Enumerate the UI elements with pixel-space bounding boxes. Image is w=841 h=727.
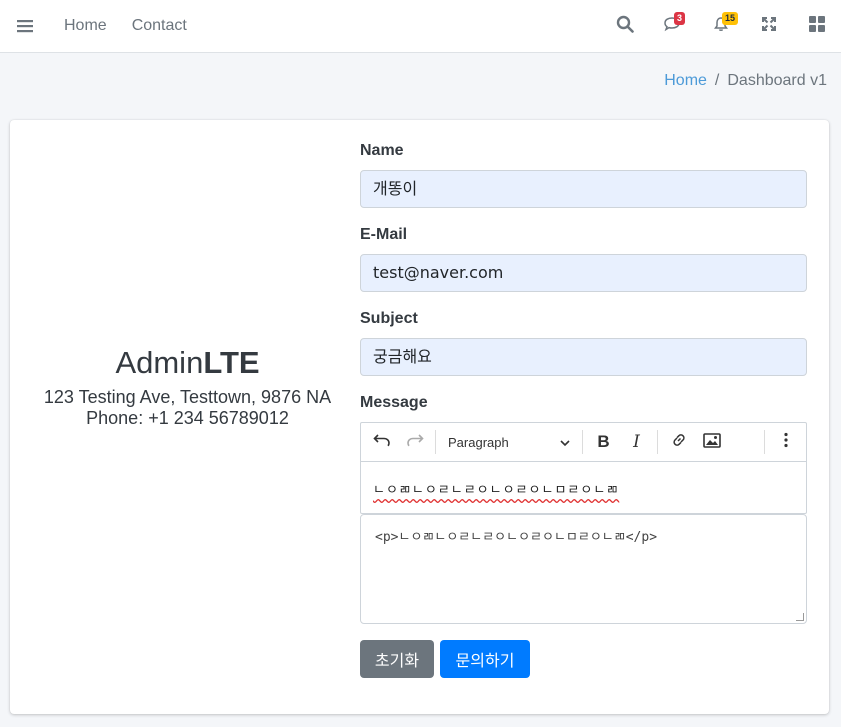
redo-icon bbox=[406, 433, 424, 451]
messages-button[interactable]: 3 bbox=[649, 0, 697, 52]
contact-phone: Phone: +1 234 56789012 bbox=[86, 408, 289, 428]
name-label: Name bbox=[360, 142, 404, 159]
email-label: E-Mail bbox=[360, 226, 408, 243]
subject-label: Subject bbox=[360, 310, 418, 327]
image-button[interactable] bbox=[695, 427, 728, 457]
reset-button[interactable]: 초기화 bbox=[360, 640, 434, 678]
message-editor: Paragraph B I ㄴㅇㄻㄴㅇㄹㄴㄹㅇㄴㅇㄹㅇㄴㅁㄹㅇㄴㄻ bbox=[360, 422, 807, 514]
messages-badge: 3 bbox=[674, 12, 686, 25]
toolbar-separator bbox=[657, 430, 658, 454]
italic-button[interactable]: I bbox=[620, 427, 653, 457]
search-icon bbox=[616, 15, 634, 38]
contact-address: 123 Testing Ave, Testtown, 9876 NA bbox=[43, 387, 332, 407]
editor-text: ㄴㅇㄻㄴㅇㄹㄴㄹㅇㄴㅇㄹㅇㄴㅁㄹㅇㄴㄻ bbox=[373, 483, 620, 498]
subject-field[interactable]: 궁금해요 bbox=[360, 338, 807, 376]
brand-light: Admin bbox=[115, 345, 204, 380]
toolbar-separator bbox=[582, 430, 583, 454]
link-button[interactable] bbox=[662, 427, 695, 457]
nav-link-contact[interactable]: Contact bbox=[121, 0, 198, 52]
more-button[interactable] bbox=[769, 427, 802, 457]
grid-icon bbox=[809, 15, 825, 37]
navbar-left: Home Contact bbox=[0, 0, 198, 52]
search-button[interactable] bbox=[601, 0, 649, 52]
fullscreen-button[interactable] bbox=[745, 0, 793, 52]
message-source-textarea[interactable]: <p>ㄴㅇㄻㄴㅇㄹㄴㄹㅇㄴㅇㄹㅇㄴㅁㄹㅇㄴㄻ</p> bbox=[360, 514, 807, 624]
contact-card: AdminLTE 123 Testing Ave, Testtown, 9876… bbox=[10, 120, 829, 714]
nav-link-home[interactable]: Home bbox=[53, 0, 118, 52]
undo-button[interactable] bbox=[365, 427, 398, 457]
notifications-badge: 15 bbox=[722, 12, 739, 25]
contact-info: AdminLTE 123 Testing Ave, Testtown, 9876… bbox=[28, 345, 347, 429]
more-icon bbox=[783, 432, 788, 452]
toolbar-separator bbox=[764, 430, 765, 454]
expand-icon bbox=[762, 16, 776, 36]
brand-bold: LTE bbox=[203, 345, 260, 380]
paragraph-select[interactable]: Paragraph bbox=[440, 427, 578, 457]
control-sidebar-button[interactable] bbox=[793, 0, 841, 52]
breadcrumb-separator: / bbox=[714, 72, 720, 89]
source-text: <p>ㄴㅇㄻㄴㅇㄹㄴㄹㅇㄴㅇㄹㅇㄴㅁㄹㅇㄴㄻ</p> bbox=[375, 530, 658, 545]
link-icon bbox=[671, 432, 687, 452]
editor-toolbar: Paragraph B I bbox=[361, 423, 806, 462]
top-navbar: Home Contact 3 15 bbox=[0, 0, 841, 53]
paragraph-select-value: Paragraph bbox=[448, 434, 509, 450]
hamburger-icon[interactable] bbox=[0, 0, 50, 52]
message-label: Message bbox=[360, 394, 428, 411]
bold-button[interactable]: B bbox=[587, 427, 620, 457]
name-field[interactable]: 개똥이 bbox=[360, 170, 807, 208]
breadcrumb: Home / Dashboard v1 bbox=[664, 72, 827, 90]
toolbar-separator bbox=[435, 430, 436, 454]
notifications-button[interactable]: 15 bbox=[697, 0, 745, 52]
italic-icon: I bbox=[633, 432, 640, 452]
chevron-down-icon bbox=[560, 435, 570, 450]
submit-button[interactable]: 문의하기 bbox=[440, 640, 530, 678]
image-icon bbox=[702, 432, 721, 452]
breadcrumb-current: Dashboard v1 bbox=[727, 72, 827, 89]
redo-button[interactable] bbox=[398, 427, 431, 457]
bold-icon: B bbox=[597, 432, 610, 451]
undo-icon bbox=[372, 433, 391, 451]
navbar-right: 3 15 bbox=[601, 0, 841, 52]
resize-handle[interactable] bbox=[796, 613, 804, 621]
breadcrumb-home-link[interactable]: Home bbox=[664, 72, 707, 90]
email-field[interactable]: test@naver.com bbox=[360, 254, 807, 292]
brand-title: AdminLTE bbox=[28, 345, 347, 381]
editor-content[interactable]: ㄴㅇㄻㄴㅇㄹㄴㄹㅇㄴㅇㄹㅇㄴㅁㄹㅇㄴㄻ bbox=[361, 462, 806, 515]
